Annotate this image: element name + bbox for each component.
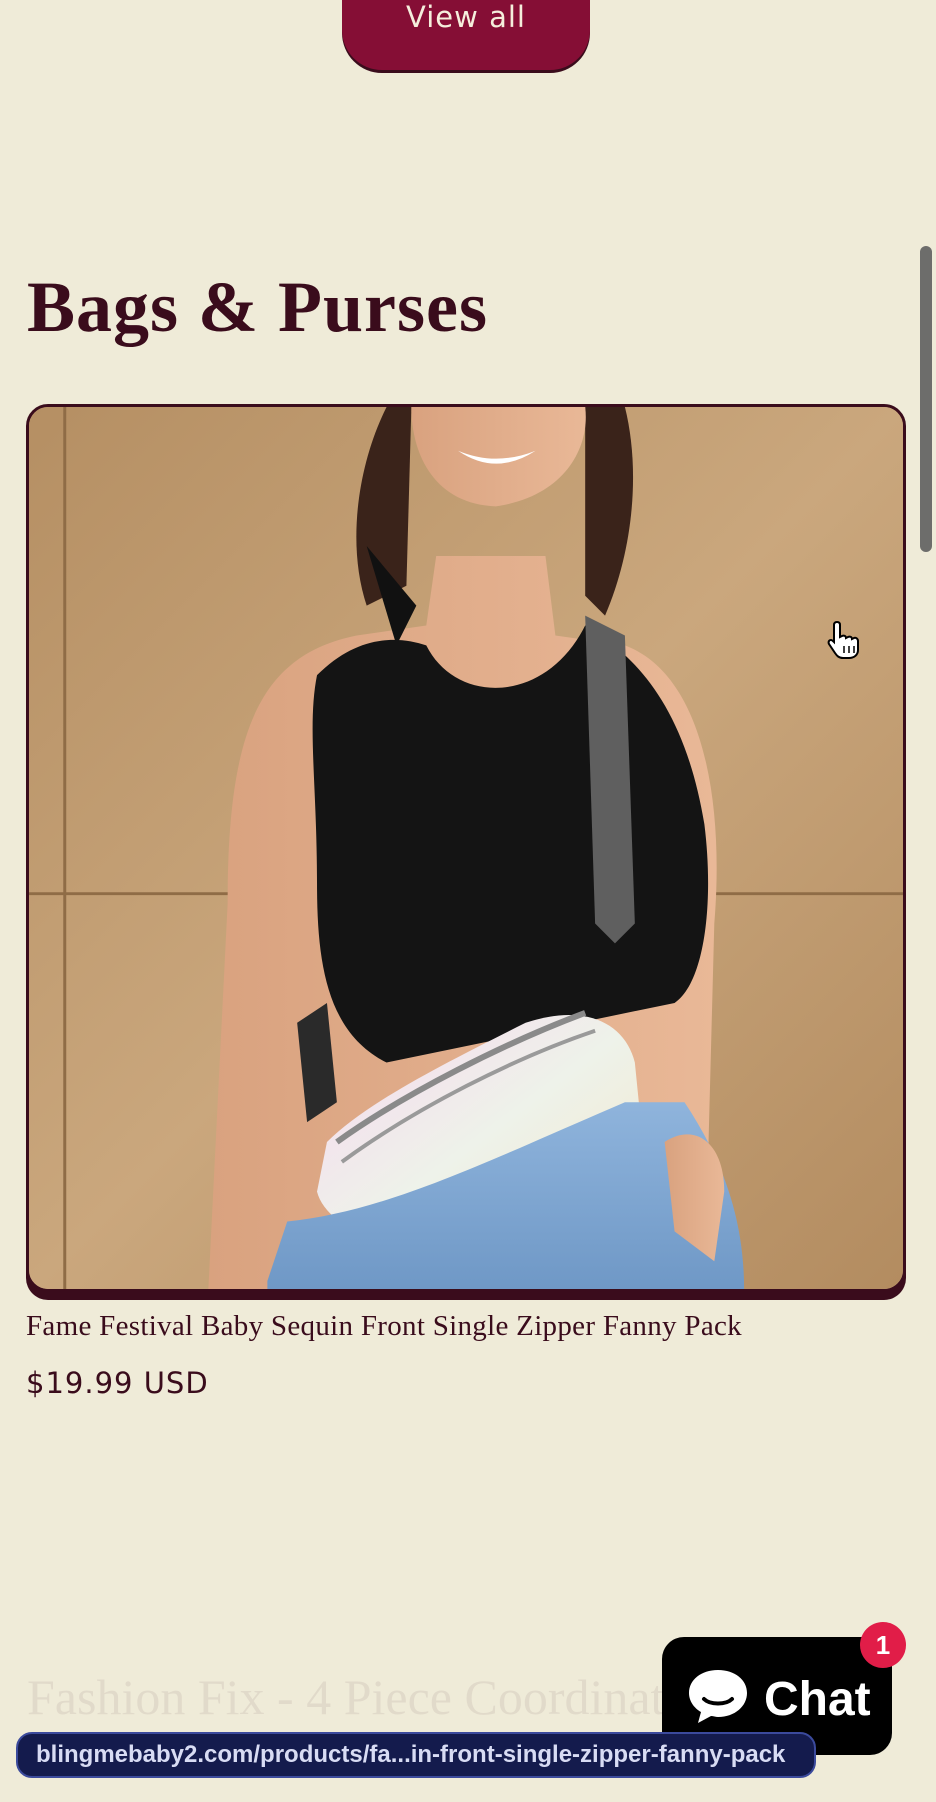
section-title: Bags & Purses	[27, 267, 488, 347]
view-all-button[interactable]: View all	[342, 0, 590, 70]
chat-label: Chat	[764, 1672, 871, 1726]
chat-notification-badge: 1	[860, 1622, 906, 1668]
status-bar-url: blingmebaby2.com/products/fa...in-front-…	[16, 1732, 816, 1778]
scrollbar-thumb[interactable]	[920, 246, 932, 552]
product-name[interactable]: Fame Festival Baby Sequin Front Single Z…	[26, 1310, 742, 1343]
product-card[interactable]: Fame Festival Baby Sequin Front Single Z…	[26, 404, 906, 1400]
product-image[interactable]	[26, 404, 906, 1292]
product-price: $19.99 USD	[26, 1366, 209, 1400]
next-section-title: Fashion Fix - 4 Piece Coordinat	[27, 1669, 665, 1725]
product-photo	[29, 407, 903, 1289]
hand-pointer-icon	[827, 620, 859, 659]
chat-bubble-icon	[689, 1670, 747, 1723]
